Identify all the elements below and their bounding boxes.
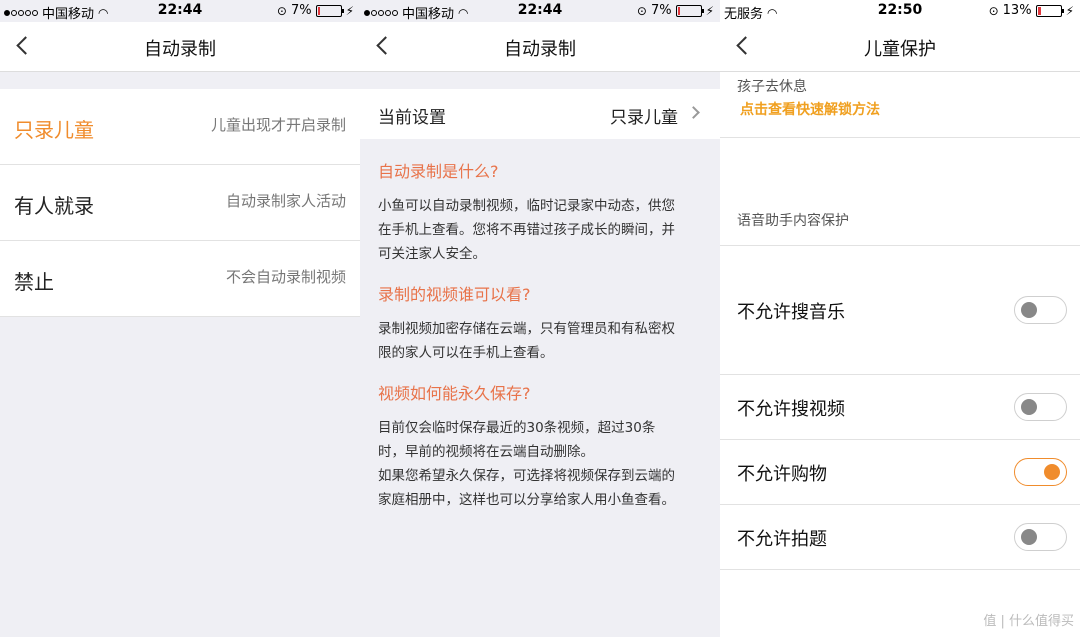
status-bar: 无服务 ◠ 22:50 ⊙ 13% ⚡ bbox=[720, 0, 1080, 22]
option-name: 只录儿童 bbox=[14, 118, 94, 142]
current-setting-value: 只录儿童 bbox=[610, 108, 678, 128]
nav-bar: 自动录制 bbox=[360, 22, 720, 72]
section-header: 语音助手内容保护 bbox=[737, 213, 849, 229]
faq-answer-line: 目前仅会临时保存最近的30条视频，超过30条 bbox=[378, 420, 656, 436]
faq-answer-line: 在手机上查看。您将不再错过孩子成长的瞬间，并 bbox=[378, 222, 675, 238]
watermark: 值 | 什么值得买 bbox=[983, 610, 1074, 629]
faq-answer-line: 限的家人可以在手机上查看。 bbox=[378, 345, 554, 361]
toggle-knob bbox=[1021, 302, 1037, 318]
orientation-lock-icon: ⊙ bbox=[636, 3, 647, 18]
faq-answer: 录制视频加密存储在云端，只有管理员和有私密权 限的家人可以在手机上查看。 bbox=[378, 317, 704, 365]
faq-item: 视频如何能永久保存? 目前仅会临时保存最近的30条视频，超过30条 时，早前的视… bbox=[378, 380, 704, 512]
toggle-row-photo-question: 不允许拍题 bbox=[720, 505, 1080, 570]
option-name: 有人就录 bbox=[14, 194, 94, 218]
option-desc: 不会自动录制视频 bbox=[225, 268, 346, 286]
toggle-knob bbox=[1021, 399, 1037, 415]
auto-record-options-screen: 中国移动 ◠ 22:44 ⊙ 7% ⚡ 自动录制 只录儿童 儿童出现才开启录制 … bbox=[0, 0, 360, 637]
chevron-right-icon bbox=[687, 106, 700, 119]
status-bar: 中国移动 ◠ 22:44 ⊙ 7% ⚡ bbox=[360, 0, 720, 22]
faq-answer-line: 如果您希望永久保存，可选择将视频保存到云端的 bbox=[378, 468, 675, 484]
battery-icon bbox=[675, 4, 704, 17]
unlock-method-link[interactable]: 点击查看快速解锁方法 bbox=[740, 99, 880, 119]
record-mode-list: 只录儿童 儿童出现才开启录制 有人就录 自动录制家人活动 禁止 不会自动录制视频 bbox=[0, 89, 360, 317]
option-disabled[interactable]: 禁止 不会自动录制视频 bbox=[0, 241, 360, 317]
photo-question-toggle[interactable] bbox=[1014, 523, 1067, 551]
toggle-row-video: 不允许搜视频 bbox=[720, 375, 1080, 440]
toggle-row-shopping: 不允许购物 bbox=[720, 440, 1080, 505]
battery-icon bbox=[315, 4, 344, 17]
faq-answer: 目前仅会临时保存最近的30条视频，超过30条 时，早前的视频将在云端自动删除。 … bbox=[378, 416, 704, 512]
charging-icon: ⚡ bbox=[1065, 3, 1074, 18]
current-setting-label: 当前设置 bbox=[378, 108, 446, 128]
option-anyone[interactable]: 有人就录 自动录制家人活动 bbox=[0, 165, 360, 241]
option-desc: 自动录制家人活动 bbox=[225, 192, 346, 210]
orientation-lock-icon: ⊙ bbox=[276, 3, 287, 18]
toggle-label: 不允许拍题 bbox=[737, 529, 827, 550]
current-setting-row[interactable]: 当前设置 只录儿童 bbox=[360, 89, 720, 139]
charging-icon: ⚡ bbox=[345, 3, 354, 18]
faq-answer-line: 可关注家人安全。 bbox=[378, 246, 486, 262]
faq-question: 录制的视频谁可以看? bbox=[378, 285, 531, 304]
faq-answer-line: 录制视频加密存储在云端，只有管理员和有私密权 bbox=[378, 321, 675, 337]
toggle-label: 不允许购物 bbox=[737, 464, 827, 485]
battery-icon bbox=[1035, 4, 1064, 17]
toggle-row-music: 不允许搜音乐 bbox=[720, 246, 1080, 375]
music-toggle[interactable] bbox=[1014, 296, 1067, 324]
shopping-toggle[interactable] bbox=[1014, 458, 1067, 486]
toggle-knob bbox=[1044, 464, 1060, 480]
video-toggle[interactable] bbox=[1014, 393, 1067, 421]
orientation-lock-icon: ⊙ bbox=[988, 3, 999, 18]
child-protection-screen: 无服务 ◠ 22:50 ⊙ 13% ⚡ 儿童保护 孩子去休息 点击查看快速解锁方… bbox=[720, 0, 1080, 637]
page-title: 儿童保护 bbox=[864, 39, 936, 60]
faq-answer-line: 家庭相册中，这样也可以分享给家人用小鱼查看。 bbox=[378, 492, 675, 508]
faq-answer: 小鱼可以自动录制视频，临时记录家中动态，供您 在手机上查看。您将不再错过孩子成长… bbox=[378, 194, 704, 266]
toggle-knob bbox=[1021, 529, 1037, 545]
toggle-label: 不允许搜音乐 bbox=[737, 302, 845, 323]
watermark-text: 值 | 什么值得买 bbox=[983, 614, 1074, 629]
faq-item: 自动录制是什么? 小鱼可以自动录制视频，临时记录家中动态，供您 在手机上查看。您… bbox=[378, 158, 704, 266]
faq-question: 视频如何能永久保存? bbox=[378, 384, 531, 403]
section-header-area: 语音助手内容保护 bbox=[720, 138, 1080, 246]
toggle-label: 不允许搜视频 bbox=[737, 399, 845, 420]
option-desc: 儿童出现才开启录制 bbox=[210, 116, 346, 134]
nav-bar: 自动录制 bbox=[0, 22, 360, 72]
rest-section: 孩子去休息 点击查看快速解锁方法 bbox=[720, 72, 1080, 138]
battery-percent: 7% bbox=[650, 3, 672, 18]
page-title: 自动录制 bbox=[504, 39, 576, 60]
nav-bar: 儿童保护 bbox=[720, 22, 1080, 72]
faq-answer-line: 小鱼可以自动录制视频，临时记录家中动态，供您 bbox=[378, 198, 675, 214]
option-children-only[interactable]: 只录儿童 儿童出现才开启录制 bbox=[0, 89, 360, 165]
charging-icon: ⚡ bbox=[705, 3, 714, 18]
option-name: 禁止 bbox=[14, 270, 54, 294]
faq-question: 自动录制是什么? bbox=[378, 162, 499, 181]
battery-percent: 13% bbox=[1002, 3, 1032, 18]
battery-percent: 7% bbox=[290, 3, 312, 18]
faq-item: 录制的视频谁可以看? 录制视频加密存储在云端，只有管理员和有私密权 限的家人可以… bbox=[378, 281, 704, 365]
faq-answer-line: 时，早前的视频将在云端自动删除。 bbox=[378, 444, 594, 460]
page-title: 自动录制 bbox=[144, 39, 216, 60]
status-bar: 中国移动 ◠ 22:44 ⊙ 7% ⚡ bbox=[0, 0, 360, 22]
rest-text: 孩子去休息 bbox=[737, 79, 807, 95]
auto-record-info-screen: 中国移动 ◠ 22:44 ⊙ 7% ⚡ 自动录制 当前设置 只录儿童 自动录制是… bbox=[360, 0, 720, 637]
